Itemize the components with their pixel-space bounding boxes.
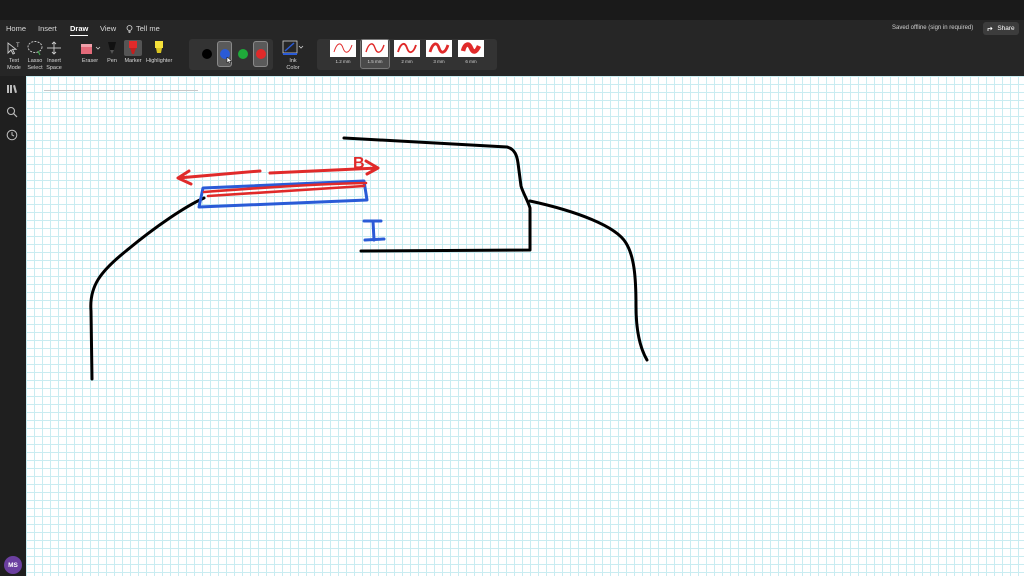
thickness-label: 1.2 mm (335, 59, 351, 64)
ink-color-button[interactable]: Ink Color (282, 40, 304, 71)
stroke-preview-icon (365, 43, 385, 53)
share-button[interactable]: Share (983, 22, 1019, 35)
highlighter-button[interactable]: Highlighter (146, 40, 172, 65)
black-curve-left (89, 196, 206, 381)
color-dot-red (255, 49, 266, 59)
share-icon (987, 26, 993, 31)
pen-icon (108, 42, 116, 54)
tell-me-search[interactable]: Tell me (126, 24, 160, 33)
insert-space-label: Insert Space (46, 58, 62, 71)
black-curve-right (528, 199, 649, 362)
mouse-pointer-icon (226, 56, 233, 65)
eraser-label: Eraser (81, 58, 99, 64)
thickness-6mm[interactable]: 6 mm (457, 40, 485, 68)
notebooks-icon[interactable] (6, 83, 18, 95)
lightbulb-icon (126, 24, 133, 33)
thickness-label: 6 mm (465, 59, 477, 64)
lasso-icon (27, 41, 43, 56)
swatch-red[interactable] (253, 41, 268, 67)
marker-icon (129, 41, 137, 54)
thickness-label: 2 mm (401, 59, 413, 64)
left-sidebar (0, 76, 26, 576)
highlighter-label: Highlighter (146, 58, 173, 64)
tab-insert[interactable]: Insert (38, 24, 57, 33)
highlighter-icon (155, 41, 164, 53)
tab-draw[interactable]: Draw (70, 24, 89, 36)
insert-space-icon (47, 41, 61, 55)
marker-button[interactable]: Marker (124, 40, 142, 65)
thickness-2mm[interactable]: 2 mm (393, 40, 421, 68)
search-icon[interactable] (6, 106, 18, 118)
eraser-button[interactable]: Eraser (79, 40, 101, 65)
svg-text:T: T (16, 43, 20, 49)
thickness-1-5mm[interactable]: 1.5 mm (360, 39, 390, 69)
thickness-label: 1.5 mm (367, 59, 383, 64)
thickness-1-2mm[interactable]: 1.2 mm (329, 40, 357, 68)
black-box-outline (342, 136, 532, 253)
sync-status: Saved offline (sign in required) (892, 25, 974, 31)
red-b-letter: B (353, 155, 365, 172)
recent-clock-icon[interactable] (6, 129, 18, 141)
share-label: Share (997, 25, 1015, 32)
window-titlebar (0, 0, 1024, 20)
note-canvas[interactable]: B (26, 76, 1024, 576)
thickness-3mm[interactable]: 3 mm (425, 40, 453, 68)
user-avatar[interactable]: MS (4, 556, 22, 574)
ink-color-label: Ink Color (286, 58, 300, 71)
swatch-black[interactable] (199, 41, 214, 67)
color-dot-green (237, 49, 248, 59)
text-mode-button[interactable]: T Text Mode (6, 40, 22, 71)
marker-label: Marker (124, 58, 142, 64)
swatch-green[interactable] (235, 41, 250, 67)
insert-space-button[interactable]: Insert Space (46, 40, 62, 71)
cursor-text-icon: T (7, 42, 20, 55)
tell-me-label: Tell me (136, 24, 160, 33)
stroke-preview-icon (428, 42, 450, 54)
lasso-select-button[interactable]: Lasso Select (26, 40, 44, 71)
stroke-preview-icon (460, 42, 482, 54)
stroke-preview-icon (333, 43, 353, 53)
text-mode-label: Text Mode (7, 58, 21, 71)
color-dot-black (201, 49, 212, 59)
stroke-preview-icon (397, 43, 417, 54)
tab-view[interactable]: View (100, 24, 116, 33)
lasso-select-label: Lasso Select (27, 58, 43, 71)
pen-button[interactable]: Pen (106, 40, 118, 65)
eraser-icon (81, 44, 101, 54)
menu-bar: Home Insert Draw View Tell me (0, 20, 1024, 36)
ink-drawing: B (89, 136, 649, 381)
red-arrow-left (176, 169, 262, 186)
thickness-label: 3 mm (433, 59, 445, 64)
tab-home[interactable]: Home (6, 24, 26, 33)
ink-color-icon (282, 40, 304, 55)
blue-i-letter (362, 219, 386, 242)
pen-label: Pen (107, 58, 117, 64)
